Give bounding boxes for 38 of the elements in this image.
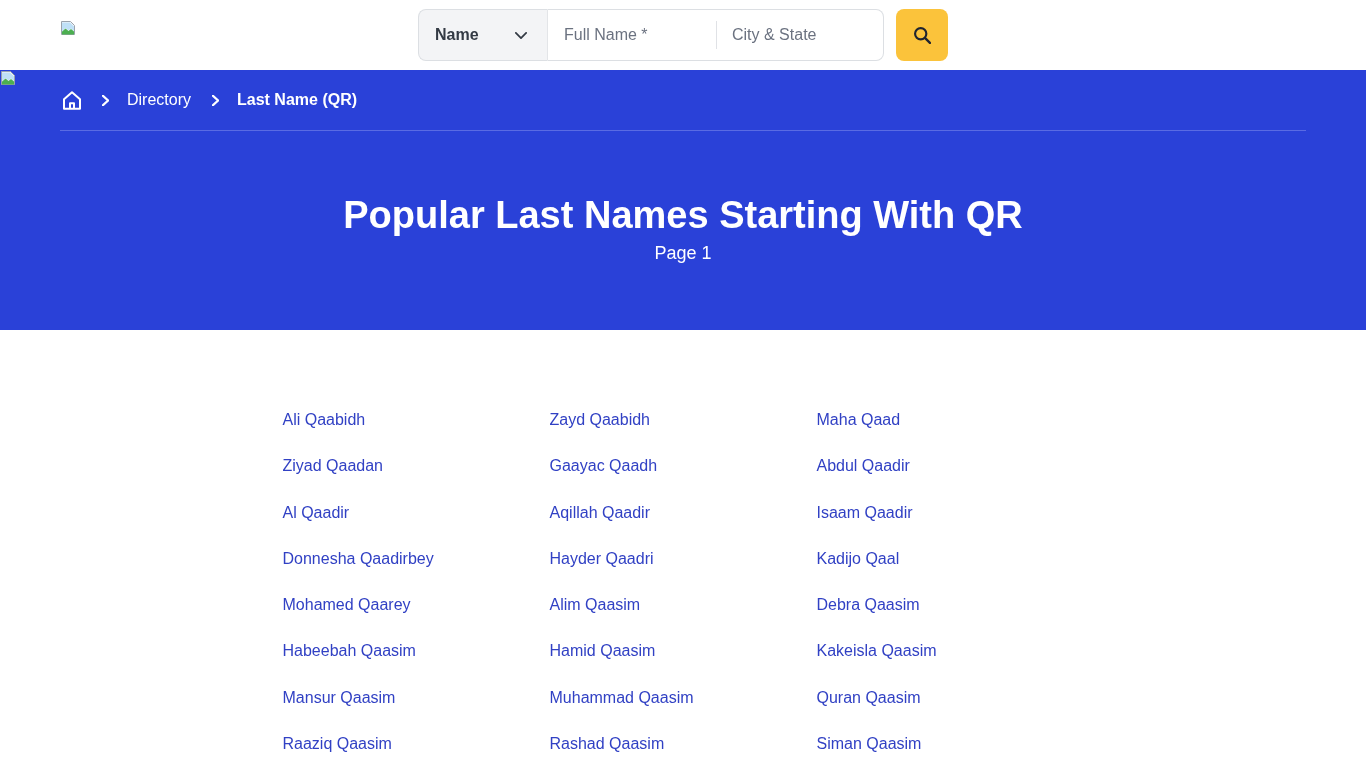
name-link[interactable]: Zayd Qaabidh xyxy=(549,410,650,430)
name-link[interactable]: Siman Qaasim xyxy=(816,734,922,755)
name-link[interactable]: Mohamed Qaarey xyxy=(282,595,411,616)
search-button[interactable] xyxy=(896,9,948,61)
search-type-dropdown[interactable]: Name xyxy=(418,9,548,61)
name-link[interactable]: Mansur Qaasim xyxy=(282,687,396,708)
name-link[interactable]: Kadijo Qaal xyxy=(816,548,900,569)
page-title: Popular Last Names Starting With QR xyxy=(343,193,1023,237)
breadcrumb-link[interactable]: Last Name (QR) xyxy=(237,91,358,109)
name-link[interactable]: Hamid Qaasim xyxy=(549,641,656,662)
page-subtitle: Page 1 xyxy=(654,242,712,265)
name-link[interactable]: Alim Qaasim xyxy=(549,595,641,616)
chevron-icon xyxy=(212,94,219,106)
name-link[interactable]: Ziyad Qaadan xyxy=(282,456,383,477)
city-state-field[interactable]: City & State xyxy=(716,9,884,61)
name-link[interactable]: Aqillah Qaadir xyxy=(549,502,650,523)
name-link[interactable]: Gaayac Qaadh xyxy=(549,456,658,477)
broken-image-icon[interactable] xyxy=(60,20,76,36)
name-link[interactable]: Isaam Qaadir xyxy=(816,502,913,523)
home-icon[interactable] xyxy=(63,90,81,110)
name-link[interactable]: Raaziq Qaasim xyxy=(282,734,392,755)
name-link[interactable]: Kakeisla Qaasim xyxy=(816,641,937,662)
name-link[interactable]: Donnesha Qaadirbey xyxy=(282,548,434,569)
name-link[interactable]: Habeebah Qaasim xyxy=(282,641,416,662)
name-link[interactable]: Ali Qaabidh xyxy=(282,410,366,430)
name-link[interactable]: Rashad Qaasim xyxy=(549,734,665,755)
search-icon xyxy=(913,26,931,44)
full-name-field[interactable]: Full Name * xyxy=(548,9,716,61)
name-link[interactable]: Hayder Qaadri xyxy=(549,548,654,569)
name-link[interactable]: Debra Qaasim xyxy=(816,595,920,616)
breadcrumb-link[interactable]: Directory xyxy=(127,91,191,109)
name-link[interactable]: Abdul Qaadir xyxy=(816,456,910,477)
name-link[interactable]: Maha Qaad xyxy=(816,410,901,430)
caret-icon xyxy=(515,31,527,39)
name-link[interactable]: Al Qaadir xyxy=(282,502,350,523)
name-link[interactable]: Quran Qaasim xyxy=(816,687,921,708)
name-link[interactable]: Muhammad Qaasim xyxy=(549,687,694,708)
chevron-icon xyxy=(102,94,109,106)
